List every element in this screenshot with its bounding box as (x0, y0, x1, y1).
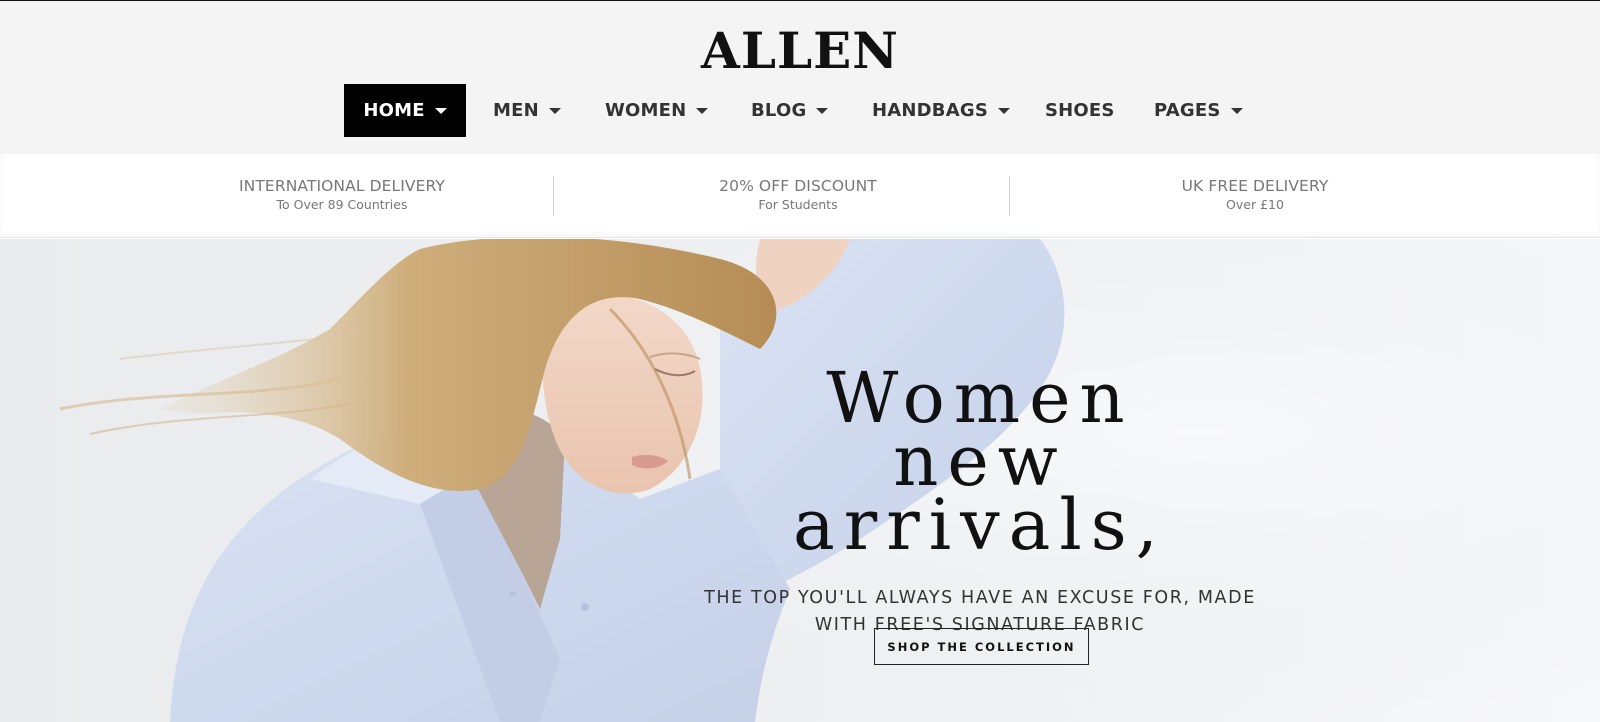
nav-item-label: PAGES (1154, 100, 1221, 121)
promo-divider (553, 176, 554, 216)
site-logo[interactable]: ALLEN (0, 23, 1600, 79)
nav-item-label: SHOES (1045, 100, 1115, 121)
nav-item-shoes[interactable]: SHOES (1045, 84, 1115, 137)
nav-item-pages[interactable]: PAGES (1154, 84, 1243, 137)
caret-down-icon (434, 107, 447, 114)
nav-item-men[interactable]: MEN (493, 84, 561, 137)
shop-collection-button[interactable]: SHOP THE COLLECTION (874, 628, 1089, 665)
nav-item-label: MEN (493, 100, 539, 121)
caret-down-icon (998, 107, 1010, 114)
promo-title: UK FREE DELIVERY (1181, 177, 1329, 195)
promo-title: INTERNATIONAL DELIVERY (239, 177, 445, 195)
nav-item-label: HANDBAGS (872, 100, 988, 121)
promo-info-bar: INTERNATIONAL DELIVERY To Over 89 Countr… (0, 154, 1600, 238)
caret-down-icon (696, 107, 709, 114)
promo-international-delivery: INTERNATIONAL DELIVERY To Over 89 Countr… (114, 176, 570, 214)
nav-item-label: WOMEN (605, 100, 687, 121)
promo-title: 20% OFF DISCOUNT (719, 177, 877, 195)
nav-item-home[interactable]: HOME (344, 84, 466, 137)
caret-down-icon (816, 107, 829, 114)
nav-item-handbags[interactable]: HANDBAGS (872, 84, 1010, 137)
hero-title-line2: new arrivals, (793, 420, 1167, 566)
main-navigation: HOME MEN WOMEN BLOG HANDBAGS SHOES PAGES (0, 84, 1600, 137)
promo-uk-free-delivery: UK FREE DELIVERY Over £10 (1027, 176, 1483, 214)
promo-student-discount: 20% OFF DISCOUNT For Students (570, 176, 1026, 214)
caret-down-icon (548, 107, 561, 114)
hero-banner: Women new arrivals, THE TOP YOU'LL ALWAY… (0, 239, 1600, 722)
promo-subtitle: Over £10 (1226, 197, 1284, 212)
site-header: ALLEN HOME MEN WOMEN BLOG HANDBAGS SHOES… (0, 1, 1600, 154)
hero-subtitle-line1: THE TOP YOU'LL ALWAYS HAVE AN EXCUSE FOR… (704, 588, 1256, 608)
nav-item-label: BLOG (751, 100, 807, 121)
promo-subtitle: To Over 89 Countries (276, 197, 408, 212)
nav-item-label: HOME (363, 100, 425, 121)
hero-text-block: Women new arrivals, THE TOP YOU'LL ALWAY… (700, 363, 1260, 639)
nav-item-blog[interactable]: BLOG (751, 84, 829, 137)
nav-item-women[interactable]: WOMEN (605, 84, 709, 137)
caret-down-icon (1230, 107, 1243, 114)
promo-divider (1009, 176, 1010, 216)
promo-subtitle: For Students (758, 197, 838, 212)
